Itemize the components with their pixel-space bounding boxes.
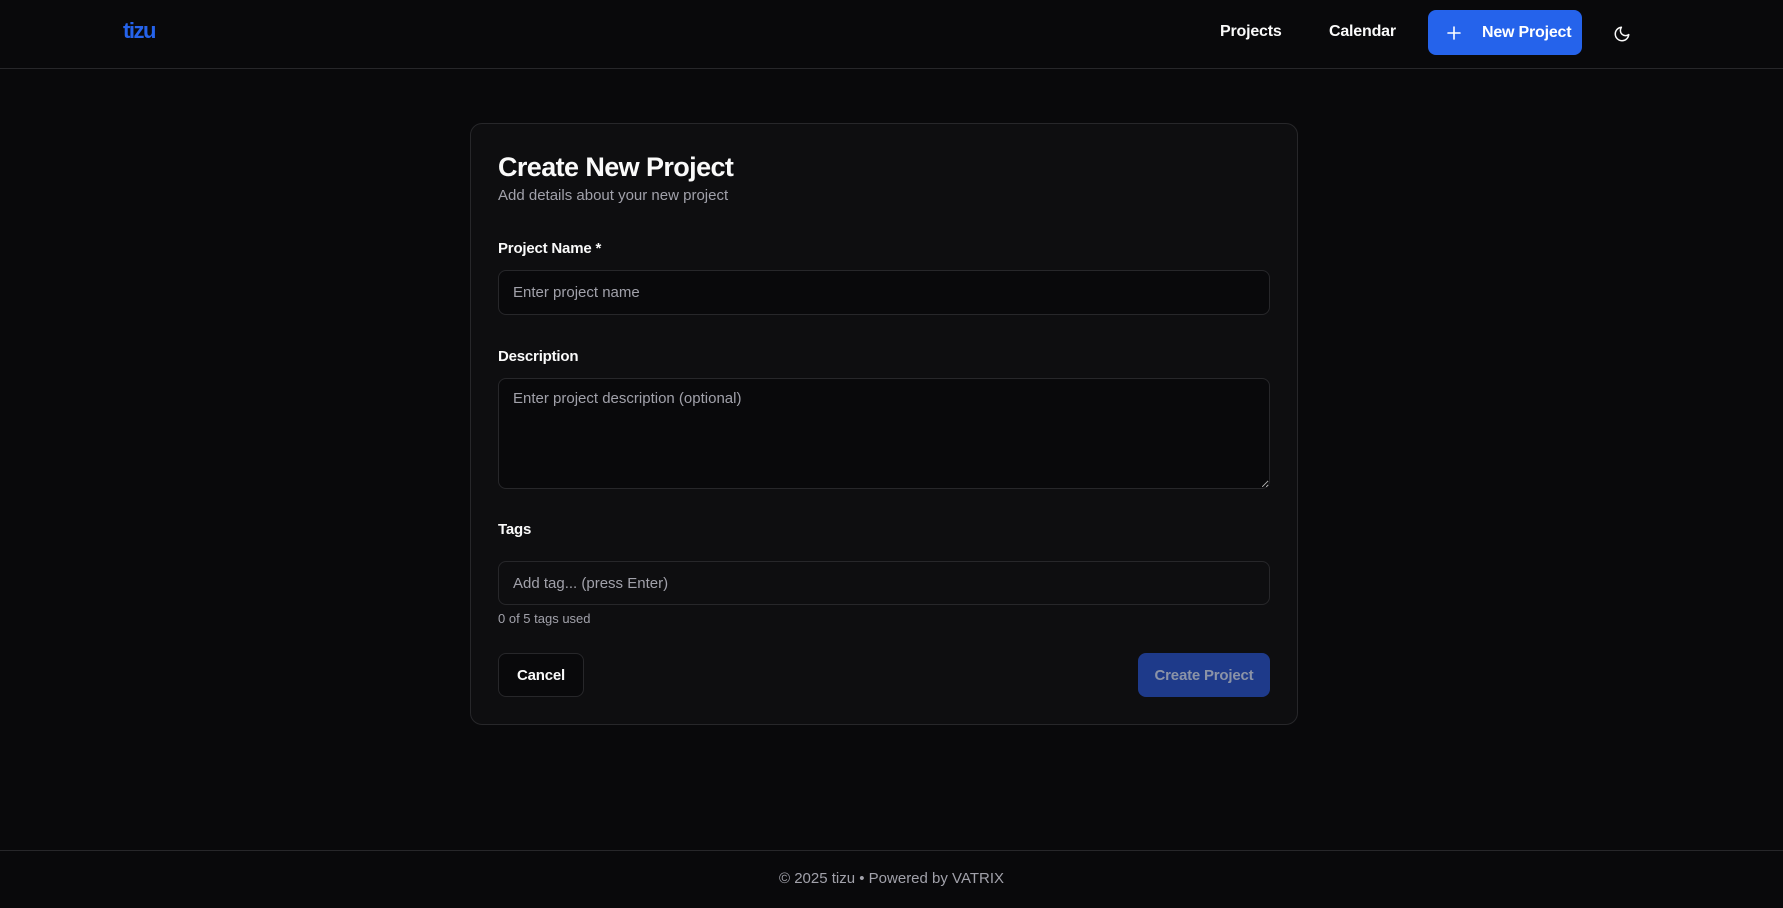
tags-label: Tags [498,521,532,538]
page: tizu Projects Calendar New Project Creat… [0,0,1783,908]
new-project-label: New Project [1482,23,1572,41]
project-name-input[interactable] [498,270,1270,315]
top-header: tizu Projects Calendar New Project [0,0,1783,69]
description-label: Description [498,348,579,365]
project-name-label: Project Name * [498,240,602,257]
cancel-button[interactable]: Cancel [498,653,584,697]
create-project-button[interactable]: Create Project [1138,653,1270,697]
moon-icon [1614,26,1630,42]
footer-text: © 2025 tizu • Powered by VATRIX [778,870,1004,887]
create-project-card: Create New Project Add details about you… [470,123,1298,725]
tag-input[interactable] [498,561,1270,605]
logo-text: tizu [123,18,155,43]
description-textarea[interactable] [498,378,1270,489]
plus-icon [1447,25,1461,40]
page-title: Create New Project [498,152,734,182]
nav-calendar-link[interactable]: Calendar [1329,20,1396,44]
footer: © 2025 tizu • Powered by VATRIX [0,850,1783,908]
theme-toggle-button[interactable] [1608,20,1636,48]
page-subtitle: Add details about your new project [498,187,729,204]
tizu-logo[interactable]: tizu [123,18,163,44]
nav-projects-link[interactable]: Projects [1220,20,1282,44]
new-project-button[interactable]: New Project [1428,10,1582,55]
tags-count-text: 0 of 5 tags used [498,611,591,626]
